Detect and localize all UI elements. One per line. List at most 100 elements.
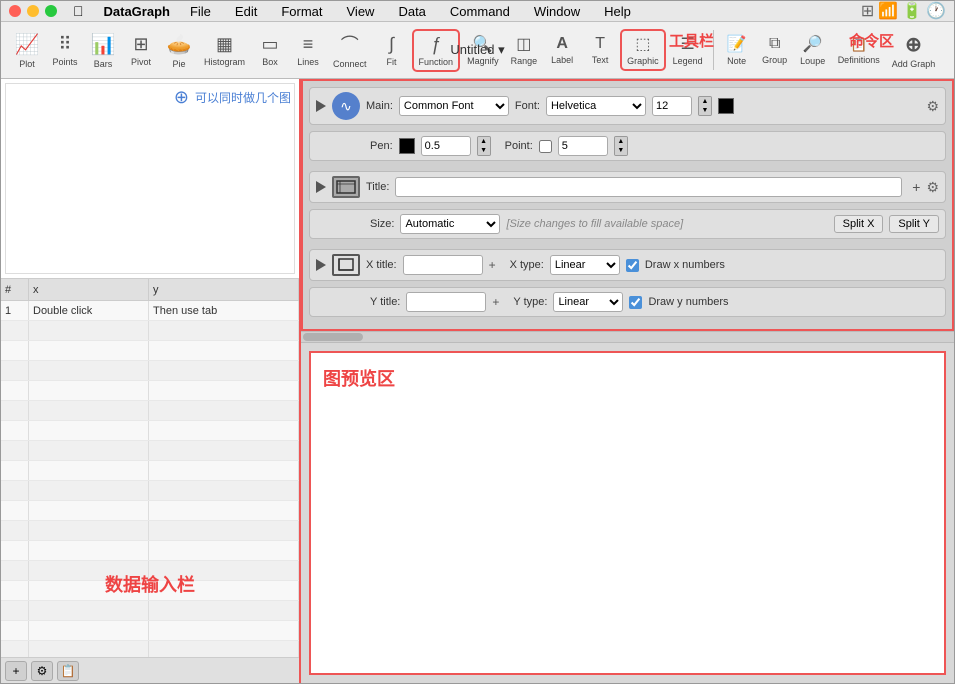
- tool-plot[interactable]: 📈 Plot: [9, 29, 45, 72]
- tool-function-label: Function: [419, 57, 454, 67]
- draw-y-label: Draw y numbers: [648, 296, 728, 308]
- tool-label[interactable]: A Label: [544, 32, 580, 68]
- ytype-select[interactable]: Linear: [553, 292, 623, 312]
- menu-command[interactable]: Command: [446, 4, 514, 19]
- draw-x-checkbox[interactable]: [626, 259, 639, 272]
- pen-color-box[interactable]: [399, 138, 415, 154]
- tool-note-label: Note: [727, 56, 746, 66]
- tool-loupe[interactable]: 🔎 Loupe: [795, 31, 831, 69]
- add-graph-label: 可以同时做几个图: [195, 89, 291, 106]
- add-graph-btn[interactable]: ⊕: [174, 87, 189, 108]
- tool-histogram-label: Histogram: [204, 57, 245, 67]
- xtype-select[interactable]: Linear: [550, 255, 620, 275]
- app-name[interactable]: DataGraph: [104, 4, 170, 19]
- command-area: ∿ Main: Common Font Font: Helvetica ▲ ▼: [301, 79, 954, 331]
- title-gear-btn[interactable]: ⚙: [926, 179, 939, 196]
- title-plus-btn[interactable]: +: [912, 179, 920, 195]
- menu-view[interactable]: View: [343, 4, 379, 19]
- menu-window[interactable]: Window: [530, 4, 584, 19]
- title-expand-triangle[interactable]: [316, 181, 326, 193]
- pen-down[interactable]: ▼: [478, 146, 490, 155]
- main-gear-btn[interactable]: ⚙: [926, 98, 939, 115]
- cmd-yaxis-row: Y title: + Y type: Linear Draw y numbers: [309, 287, 946, 317]
- tool-range[interactable]: ◫ Range: [506, 31, 543, 69]
- tool-fit-label: Fit: [387, 57, 397, 67]
- plot-inner: 图预览区: [309, 351, 946, 675]
- axis-expand-triangle[interactable]: [316, 259, 326, 271]
- menu-help[interactable]: Help: [600, 4, 635, 19]
- data-input-annotation: 数据输入栏: [105, 575, 195, 595]
- main-layout: ⊕ 可以同时做几个图 # x y 1 Double click Then use…: [1, 79, 954, 683]
- window-title[interactable]: Untitled ▾: [450, 42, 504, 58]
- ytitle-input[interactable]: [406, 292, 486, 312]
- title-input[interactable]: [395, 177, 902, 197]
- maximize-button[interactable]: [45, 5, 57, 17]
- tool-pie[interactable]: 🥧 Pie: [161, 29, 197, 72]
- point-checkbox[interactable]: [539, 140, 552, 153]
- xtitle-input[interactable]: [403, 255, 483, 275]
- draw-y-checkbox[interactable]: [629, 296, 642, 309]
- point-down[interactable]: ▼: [615, 146, 627, 155]
- tool-definitions[interactable]: 📋 Definitions: [833, 33, 885, 68]
- minimize-button[interactable]: [27, 5, 39, 17]
- ytype-label: Y type:: [513, 296, 547, 308]
- font-color-box[interactable]: [718, 98, 734, 114]
- main-label: Main:: [366, 100, 393, 112]
- tool-legend-label: Legend: [673, 56, 703, 66]
- point-up[interactable]: ▲: [615, 137, 627, 146]
- pie-icon: 🥧: [167, 32, 192, 57]
- tool-graphic[interactable]: ⬚ Graphic: [620, 29, 666, 71]
- tool-group[interactable]: ⧉ Group: [757, 32, 793, 68]
- cell-x-val[interactable]: Double click: [29, 301, 149, 320]
- tool-bars[interactable]: 📊 Bars: [85, 29, 121, 72]
- cell-y-val[interactable]: Then use tab: [149, 301, 299, 320]
- left-panel: ⊕ 可以同时做几个图 # x y 1 Double click Then use…: [1, 79, 301, 683]
- menubar-right-icons: ⊞ 📶 🔋 🕐: [861, 1, 946, 21]
- expand-triangle[interactable]: [316, 100, 326, 112]
- scrollbar-thumb[interactable]: [303, 333, 363, 341]
- tool-connect-label: Connect: [333, 59, 367, 69]
- pen-up[interactable]: ▲: [478, 137, 490, 146]
- tool-add-graph[interactable]: ⊕ Add Graph: [887, 29, 941, 72]
- font-size-input[interactable]: [652, 96, 692, 116]
- table-row: [1, 521, 299, 541]
- tool-histogram[interactable]: ▦ Histogram: [199, 31, 250, 70]
- table-row: [1, 501, 299, 521]
- size-select[interactable]: Automatic: [400, 214, 500, 234]
- table-row: [1, 481, 299, 501]
- copy-btn[interactable]: 📋: [57, 661, 79, 681]
- tool-lines[interactable]: ≡ Lines: [290, 31, 326, 70]
- font-size-down[interactable]: ▼: [699, 106, 711, 115]
- font-select[interactable]: Helvetica: [546, 96, 646, 116]
- menu-edit[interactable]: Edit: [231, 4, 261, 19]
- close-button[interactable]: [9, 5, 21, 17]
- tool-points[interactable]: ⠿ Points: [47, 31, 83, 70]
- tool-legend[interactable]: ☰ Legend: [668, 31, 708, 69]
- point-size-input[interactable]: [558, 136, 608, 156]
- add-row-btn[interactable]: +: [5, 661, 27, 681]
- font-size-up[interactable]: ▲: [699, 97, 711, 106]
- tool-pivot[interactable]: ⊞ Pivot: [123, 31, 159, 70]
- menu-file[interactable]: File: [186, 4, 215, 19]
- xtitle-plus[interactable]: +: [489, 258, 496, 272]
- menu-data[interactable]: Data: [394, 4, 429, 19]
- tool-connect[interactable]: ⌒ Connect: [328, 28, 372, 72]
- split-x-btn[interactable]: Split X: [834, 215, 884, 233]
- menubar:  DataGraph File Edit Format View Data C…: [1, 1, 954, 22]
- tool-box[interactable]: ▭ Box: [252, 31, 288, 70]
- app-window:  DataGraph File Edit Format View Data C…: [0, 0, 955, 684]
- ytitle-plus[interactable]: +: [492, 295, 499, 309]
- menu-format[interactable]: Format: [277, 4, 326, 19]
- horizontal-scrollbar[interactable]: [301, 331, 954, 343]
- tool-text[interactable]: T Text: [582, 32, 618, 68]
- tool-fit[interactable]: ∫ Fit: [374, 31, 410, 70]
- main-font-select[interactable]: Common Font: [399, 96, 509, 116]
- tool-note[interactable]: 📝 Note: [719, 31, 755, 69]
- pen-width-input[interactable]: [421, 136, 471, 156]
- split-y-btn[interactable]: Split Y: [889, 215, 939, 233]
- settings-btn[interactable]: ⚙: [31, 661, 53, 681]
- table-row[interactable]: 1 Double click Then use tab: [1, 301, 299, 321]
- data-table: # x y 1 Double click Then use tab: [1, 279, 299, 657]
- apple-menu-icon[interactable]: : [73, 3, 84, 19]
- plot-frame-icon: [336, 180, 356, 194]
